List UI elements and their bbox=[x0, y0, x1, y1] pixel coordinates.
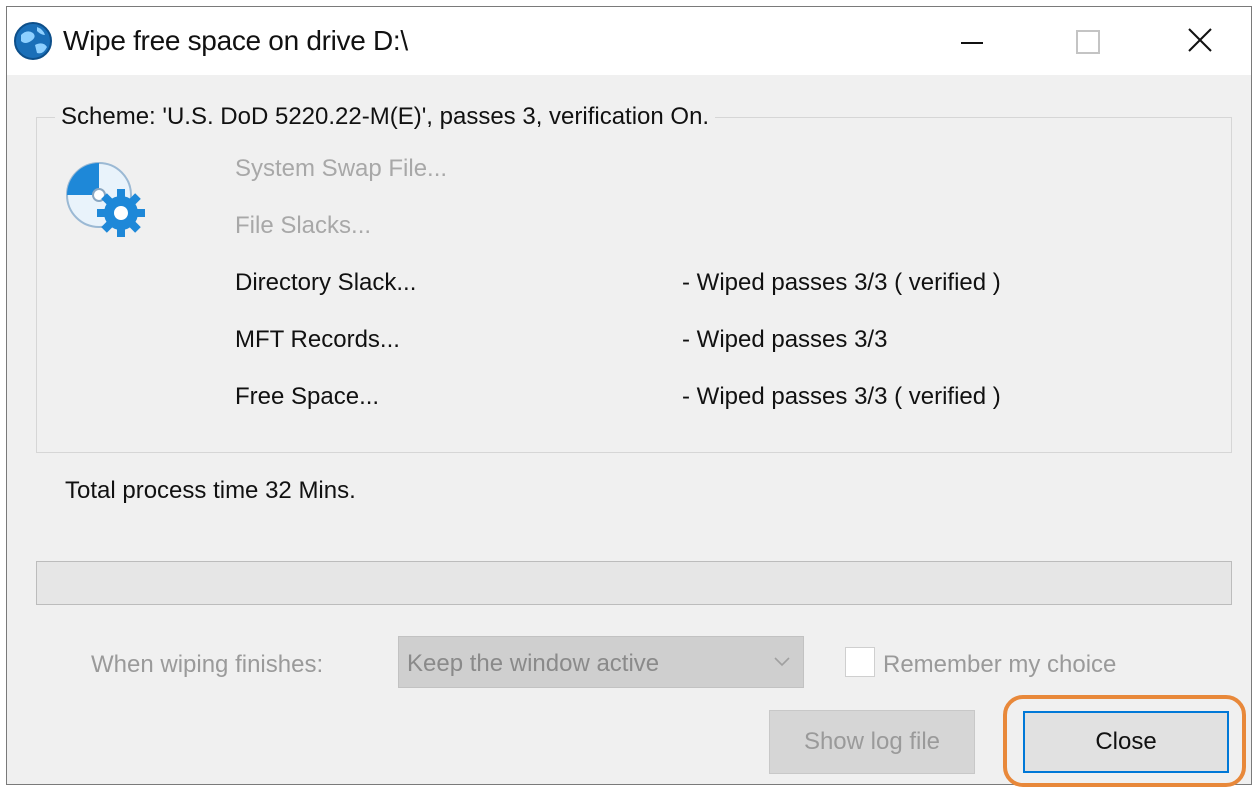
window-title: Wipe free space on drive D:\ bbox=[63, 25, 408, 56]
total-process-time: Total process time 32 Mins. bbox=[65, 477, 356, 504]
close-icon[interactable] bbox=[1171, 17, 1231, 65]
when-finishes-dropdown[interactable]: Keep the window active bbox=[398, 636, 804, 688]
item-file-slacks: File Slacks... bbox=[235, 212, 372, 239]
minimize-icon[interactable] bbox=[941, 17, 1001, 65]
when-finishes-selected: Keep the window active bbox=[407, 650, 660, 677]
show-log-file-button[interactable]: Show log file bbox=[769, 710, 975, 774]
maximize-icon[interactable] bbox=[1057, 17, 1117, 65]
when-finishes-label: When wiping finishes: bbox=[91, 651, 324, 678]
remember-choice-label[interactable]: Remember my choice bbox=[883, 651, 1116, 679]
title-bar[interactable]: Wipe free space on drive D:\ bbox=[7, 7, 1251, 75]
item-free-space: Free Space... bbox=[235, 383, 380, 410]
item-directory-slack: Directory Slack... bbox=[235, 269, 417, 296]
app-globe-icon bbox=[14, 22, 52, 60]
wipe-dialog-window: Wipe free space on drive D:\ Scheme: 'U.… bbox=[6, 6, 1252, 787]
item-directory-slack-status: - Wiped passes 3/3 ( verified ) bbox=[682, 269, 1001, 296]
item-system-swap-file: System Swap File... bbox=[235, 155, 448, 182]
chevron-down-icon bbox=[774, 657, 790, 667]
wipe-progress-group bbox=[36, 117, 1232, 453]
scheme-label: Scheme: 'U.S. DoD 5220.22-M(E)', passes … bbox=[55, 103, 716, 131]
disk-wipe-gear-icon bbox=[66, 162, 145, 237]
remember-choice-checkbox[interactable] bbox=[845, 647, 875, 677]
close-button[interactable]: Close bbox=[1023, 711, 1229, 773]
progress-bar bbox=[36, 561, 1232, 605]
item-free-space-status: - Wiped passes 3/3 ( verified ) bbox=[682, 383, 1001, 410]
item-mft-records-status: - Wiped passes 3/3 bbox=[682, 326, 888, 353]
item-mft-records: MFT Records... bbox=[235, 326, 400, 353]
